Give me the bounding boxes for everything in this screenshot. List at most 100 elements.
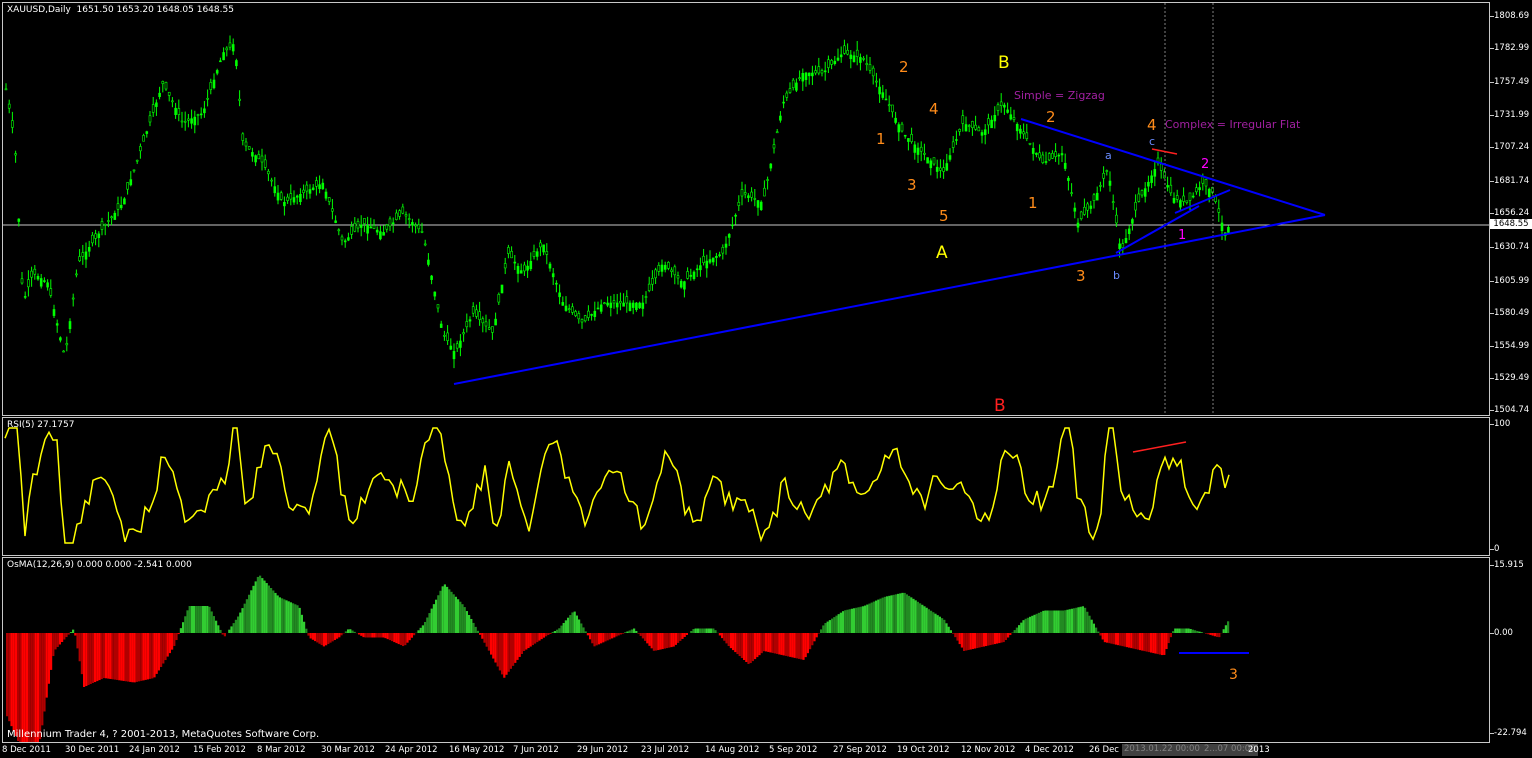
candle-body — [833, 60, 837, 64]
osma-bar — [83, 633, 86, 687]
candle-body — [577, 313, 581, 320]
time-tick: 24 Apr 2012 — [385, 745, 438, 755]
price-chart-pane[interactable]: B A B Simple = Zigzag Complex = Irregula… — [2, 2, 1490, 416]
candle-body — [1153, 169, 1157, 177]
candle-body — [135, 159, 139, 162]
osma-bar — [930, 610, 933, 633]
candle-body — [523, 264, 526, 272]
candle-body — [961, 115, 965, 124]
osma-bar — [6, 633, 9, 717]
osma-bar — [63, 633, 66, 640]
osma-bar — [712, 628, 715, 633]
osma-bar — [340, 633, 343, 636]
osma-pane[interactable]: 3 OsMA(12,26,9) 0.000 0.000 -2.541 0.000… — [2, 557, 1490, 743]
osma-bar — [168, 633, 171, 654]
osma-bar — [571, 612, 574, 633]
osma-bar — [1152, 633, 1155, 654]
osma-bar — [276, 595, 279, 633]
candle-body — [126, 182, 129, 190]
osma-bar — [287, 601, 290, 633]
osma-bar — [1015, 627, 1018, 633]
candle-body — [657, 265, 661, 272]
osma-bar — [756, 633, 759, 658]
candle-body — [414, 224, 417, 227]
candle-body — [295, 195, 299, 198]
osma-bar — [1020, 622, 1023, 633]
candle-body — [1047, 153, 1051, 161]
osma-bar — [204, 606, 207, 633]
osma-bar — [692, 629, 695, 633]
candle-body — [484, 321, 488, 327]
osma-bar — [1073, 608, 1076, 633]
candle-body — [711, 257, 715, 263]
osma-bar — [413, 633, 416, 636]
osma-tick: 0.00 — [1494, 628, 1513, 638]
wave-label-B-red: B — [994, 396, 1006, 415]
osma-bar — [406, 633, 409, 643]
candle-body — [347, 237, 350, 241]
osma-bar — [91, 633, 94, 684]
osma-bar — [655, 633, 658, 651]
osma-bar — [230, 626, 233, 633]
osma-bar — [978, 633, 981, 648]
osma-bar — [243, 603, 246, 633]
osma-bar — [14, 633, 17, 737]
osma-bar — [789, 633, 792, 657]
osma-bar — [124, 633, 127, 682]
osma-bar — [848, 609, 851, 633]
osma-bar — [1090, 619, 1093, 633]
osma-bar — [1106, 633, 1109, 643]
osma-bar — [815, 633, 818, 638]
osma-bar — [998, 633, 1001, 644]
candle-body — [375, 229, 379, 233]
osma-bar — [487, 633, 490, 651]
osma-title: OsMA(12,26,9) 0.000 0.000 -2.541 0.000 — [7, 560, 192, 570]
candle-body — [398, 210, 401, 217]
osma-bar — [934, 613, 937, 633]
candle-body — [270, 179, 273, 182]
osma-bar — [65, 633, 68, 638]
time-tick: 24 Jan 2012 — [129, 745, 180, 755]
time-axis: 8 Dec 2011 30 Dec 2011 24 Jan 2012 15 Fe… — [0, 743, 1532, 758]
osma-bar — [481, 633, 484, 639]
candle-body — [667, 262, 670, 269]
candle-body — [820, 70, 824, 74]
candle-body — [391, 222, 395, 225]
osma-bar — [549, 633, 552, 634]
osma-bar — [677, 633, 680, 643]
osma-axis: 15.915 0.00 -22.794 — [1490, 557, 1532, 743]
rsi-pane[interactable]: RSI(5) 27.1757 — [2, 417, 1490, 556]
candle-body — [1015, 124, 1019, 132]
candle-body — [129, 179, 133, 186]
candle-body — [292, 197, 296, 203]
osma-bar — [347, 629, 350, 633]
candle-body — [772, 144, 776, 149]
osma-bar — [903, 592, 906, 633]
osma-bar — [393, 633, 396, 643]
osma-bar — [916, 601, 919, 633]
osma-bar — [388, 633, 391, 641]
candle-body — [324, 191, 328, 199]
osma-bar — [426, 617, 429, 633]
candle-body — [17, 218, 21, 222]
osma-bar — [773, 633, 776, 654]
candle-body — [1159, 163, 1163, 171]
candle-body — [567, 308, 571, 311]
candle-body — [862, 58, 865, 60]
osma-bar — [859, 606, 862, 633]
osma-bar — [1081, 606, 1084, 633]
osma-bar — [419, 627, 422, 633]
candle-body — [471, 306, 475, 314]
osma-bar — [1048, 610, 1051, 633]
candle-body — [1022, 131, 1025, 135]
candle-body — [558, 292, 561, 298]
osma-bar — [472, 622, 475, 633]
osma-bar — [729, 633, 732, 649]
candle-body — [199, 113, 203, 116]
candle-body — [254, 155, 257, 163]
osma-bar — [149, 633, 152, 679]
time-tick: 15 Feb 2012 — [193, 745, 246, 755]
osma-bar — [1200, 632, 1203, 633]
candle-body — [145, 131, 149, 134]
current-price-label: 1648.55 — [1490, 219, 1532, 229]
